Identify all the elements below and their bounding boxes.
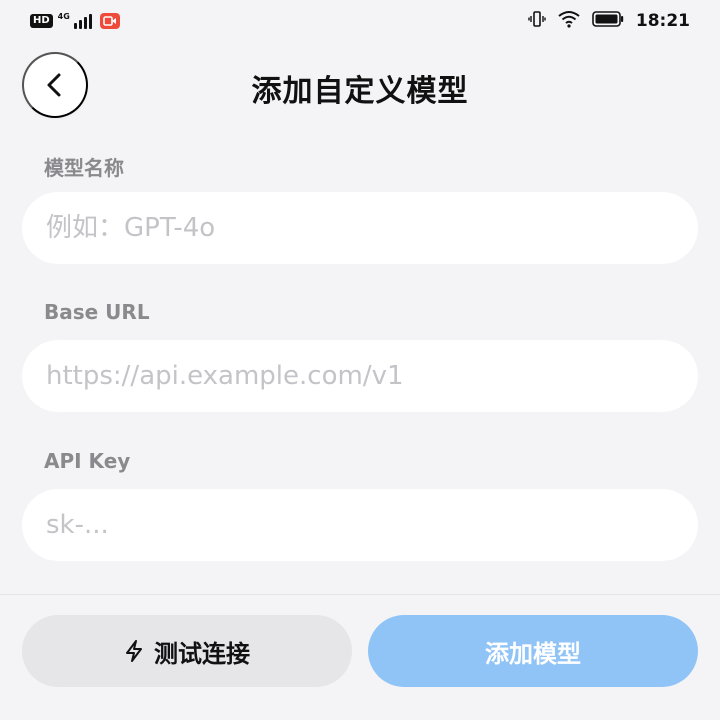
status-bar: HD 4G 18:21 — [0, 0, 720, 42]
status-time: 18:21 — [635, 11, 690, 31]
network-type: 4G — [57, 11, 70, 21]
status-bar-left: HD 4G — [30, 11, 120, 29]
hd-badge: HD — [30, 14, 53, 28]
wifi-icon — [558, 10, 580, 32]
vibrate-icon — [528, 10, 546, 32]
lightning-icon — [126, 640, 142, 662]
battery-icon — [592, 11, 624, 31]
base-url-input[interactable] — [22, 340, 698, 412]
model-name-label: 模型名称 — [44, 156, 124, 180]
status-bar-right: 18:21 — [528, 10, 690, 32]
test-connection-label: 测试连接 — [154, 639, 250, 668]
add-model-label: 添加模型 — [485, 639, 581, 668]
api-key-label: API Key — [44, 449, 131, 473]
screen-record-icon — [99, 13, 120, 29]
add-custom-model-screen: HD 4G 18:21 添加自定义模型 模型名称 例如：GPT-4o Base … — [0, 0, 720, 720]
page-title: 添加自定义模型 — [251, 74, 469, 109]
api-key-input[interactable] — [22, 489, 698, 561]
model-name-input[interactable] — [22, 192, 698, 264]
bottom-divider — [0, 594, 720, 595]
base-url-label: Base URL — [44, 300, 150, 324]
signal-strength-icon — [73, 13, 92, 29]
add-model-button[interactable]: 添加模型 — [368, 615, 698, 687]
test-connection-button[interactable]: 测试连接 — [22, 615, 352, 687]
